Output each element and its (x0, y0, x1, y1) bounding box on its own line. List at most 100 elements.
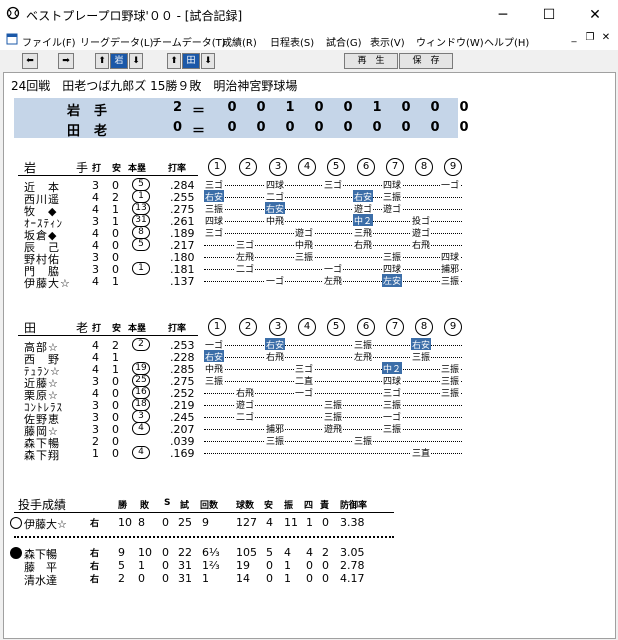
pitcher-stat: 14 (236, 572, 250, 585)
at-bat-result: 左安 (382, 274, 403, 287)
pitcher-stat: 4 (284, 546, 291, 559)
pitching-header: 試 (180, 501, 190, 511)
pitcher-stat: 11 (284, 516, 298, 529)
scoreboard-equals: ＝ (192, 124, 206, 139)
mdi-close-icon[interactable]: ✕ (600, 32, 612, 43)
batter-hits: 1 (112, 275, 119, 288)
menu-team-data[interactable]: チームデータ(T) (152, 34, 226, 49)
scoreboard-inning-run: 0 (314, 120, 324, 135)
app-icon (6, 6, 20, 20)
scoreboard-inning-run: 0 (459, 100, 469, 115)
inning-number: 8 (415, 158, 433, 176)
inning-number: 5 (327, 158, 345, 176)
pitcher-stat: 2.78 (340, 559, 365, 572)
pitcher-stat: 4 (266, 516, 273, 529)
pitcher-hand: 右 (90, 519, 100, 529)
scoreboard-inning-run: 0 (430, 100, 440, 115)
pitcher-stat: 3.05 (340, 546, 365, 559)
minimize-button[interactable]: ─ (480, 0, 526, 30)
scoreboard-inning-run: 0 (227, 120, 237, 135)
pitching-header: 防御率 (340, 501, 368, 511)
header-at-bats: 打 (92, 164, 102, 174)
next-game-button[interactable]: ➡ (58, 53, 74, 69)
header-avg: 打率 (168, 324, 187, 334)
at-bat-result: 一ゴ (440, 178, 461, 191)
replay-button[interactable]: 再 生 (344, 53, 398, 69)
pitching-header: 安 (264, 501, 274, 511)
scoreboard-team-name: 岩手 (66, 104, 121, 119)
pitching-rule (14, 512, 394, 513)
pitcher-stat: 22 (178, 546, 192, 559)
batter-home-runs: 1 (132, 262, 150, 275)
at-bat-result: 二ゴ (235, 262, 256, 275)
scoreboard-total: 0 (172, 120, 182, 135)
at-bat-result: 三直 (411, 446, 432, 459)
team2-up-button[interactable]: ⬆ (167, 53, 181, 69)
result-dotted-line (204, 441, 462, 442)
menu-league-data[interactable]: リーグデータ(L) (80, 34, 153, 49)
pitcher-name[interactable]: 清水達 (24, 572, 57, 588)
batter-name[interactable]: 伊藤大☆ (24, 275, 71, 291)
at-bat-result: 三振 (265, 434, 286, 447)
section-rule (18, 175, 198, 176)
at-bat-result: 中飛 (265, 214, 286, 227)
at-bat-result: 二ゴ (235, 410, 256, 423)
pitching-header: 責 (320, 501, 330, 511)
header-home-runs: 本塁 (128, 164, 147, 174)
scoreboard-inning-run: 0 (256, 120, 266, 135)
inning-number: 9 (444, 318, 462, 336)
batter-home-runs: 2 (132, 338, 150, 351)
pitcher-name[interactable]: 伊藤大☆ (24, 516, 67, 532)
save-button[interactable]: 保 存 (399, 53, 453, 69)
pitching-header: 四 (304, 501, 314, 511)
inning-number: 1 (208, 158, 226, 176)
scoreboard-inning-run: 0 (401, 120, 411, 135)
pitcher-stat: 0 (322, 559, 329, 572)
scoreboard-row: 岩手 2 ＝ 0 0 1 0 0 1 0 0 0 (14, 100, 469, 120)
at-bat-result: 右飛 (353, 238, 374, 251)
team2-down-button[interactable]: ⬇ (201, 53, 215, 69)
pitcher-hand: 右 (90, 575, 100, 585)
result-dotted-line (204, 381, 462, 382)
close-button[interactable]: ✕ (572, 0, 618, 30)
team1-up-button[interactable]: ⬆ (95, 53, 109, 69)
maximize-button[interactable]: ☐ (526, 0, 572, 30)
mdi-minimize-icon[interactable]: _ (568, 32, 580, 43)
batter-name[interactable]: 森下翔 (24, 447, 60, 463)
at-bat-result: 三振 (204, 374, 225, 387)
at-bat-result: 三振 (440, 386, 461, 399)
header-home-runs: 本塁 (128, 324, 147, 334)
pitching-title: 投手成績 (18, 498, 67, 512)
menu-schedule[interactable]: 日程表(S) (270, 34, 314, 49)
inning-number: 4 (298, 318, 316, 336)
window-title: ベストプレープロ野球'００ - [試合記録] (26, 9, 243, 23)
pitching-header: S (164, 498, 171, 508)
menu-help[interactable]: ヘルプ(H) (484, 34, 529, 49)
at-bat-result: 左飛 (323, 274, 344, 287)
pitcher-stat: 19 (236, 559, 250, 572)
scoreboard-team-name: 田老 (66, 124, 121, 139)
menu-view[interactable]: 表示(V) (370, 34, 405, 49)
document-icon[interactable] (6, 33, 18, 45)
mdi-restore-icon[interactable]: ❐ (584, 32, 596, 43)
menu-records[interactable]: 成績(R) (222, 34, 257, 49)
team2-button[interactable]: 田 (182, 53, 200, 69)
pitcher-stat: 0 (138, 572, 145, 585)
prev-game-button[interactable]: ⬅ (22, 53, 38, 69)
inning-number: 8 (415, 318, 433, 336)
menu-file[interactable]: ファイル(F) (22, 34, 76, 49)
team1-down-button[interactable]: ⬇ (129, 53, 143, 69)
team1-button[interactable]: 岩 (110, 53, 128, 69)
menu-game[interactable]: 試合(G) (326, 34, 362, 49)
scoreboard-inning-run: 0 (459, 120, 469, 135)
pitcher-stat: 1⅔ (202, 559, 220, 572)
pitcher-stat: 0 (322, 572, 329, 585)
pitcher-stat: 31 (178, 572, 192, 585)
result-dotted-line (204, 209, 462, 210)
at-bat-result: 一ゴ (294, 386, 315, 399)
pitcher-stat: 31 (178, 559, 192, 572)
pitcher-stat: 5 (266, 546, 273, 559)
pitcher-hand: 右 (90, 562, 100, 572)
menu-window[interactable]: ウィンドウ(W) (416, 34, 484, 49)
pitcher-stat: 8 (138, 516, 145, 529)
